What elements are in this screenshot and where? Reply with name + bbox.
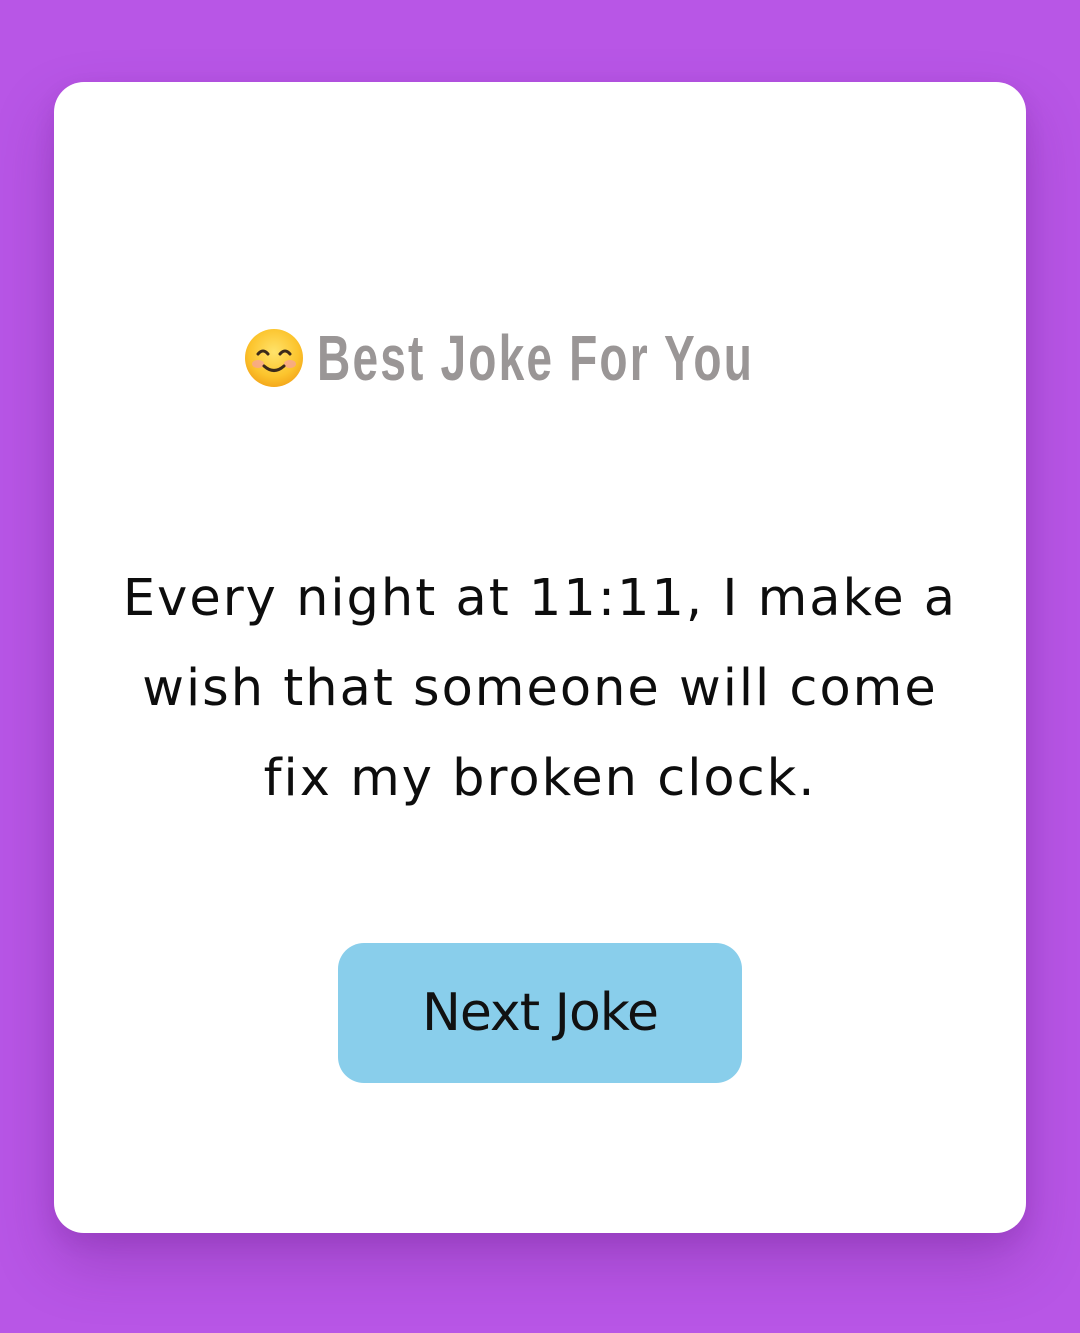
next-joke-button[interactable]: Next Joke — [338, 943, 742, 1083]
smiling-face-icon — [243, 327, 305, 389]
joke-card: Best Joke For You Every night at 11:11, … — [54, 82, 1026, 1233]
joke-text: Every night at 11:11, I make a wish that… — [122, 569, 958, 808]
title-text: Best Joke For You — [317, 322, 755, 394]
page-title: Best Joke For You — [54, 318, 1026, 398]
